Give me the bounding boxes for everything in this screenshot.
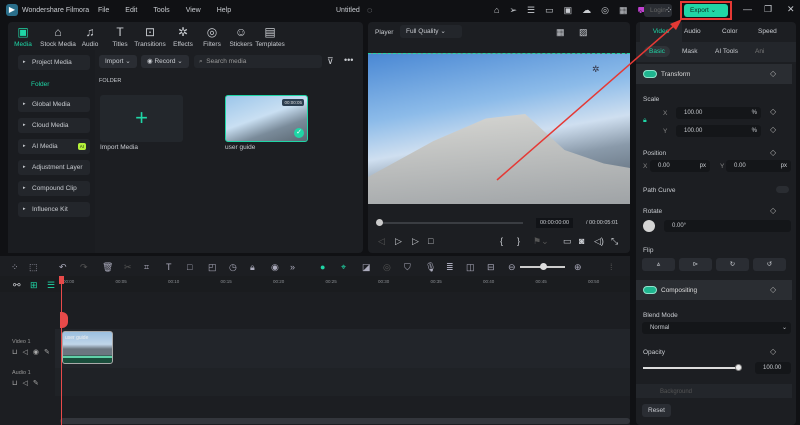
track-visibility-icon[interactable]: ◉ xyxy=(33,349,44,356)
auto-ripple-icon[interactable]: ● xyxy=(320,262,325,272)
ai-effect-icon[interactable]: ◉ xyxy=(271,262,279,273)
zoom-in-icon[interactable]: ⊕ xyxy=(574,262,582,273)
ruler-tick: 00:40 xyxy=(483,279,495,284)
frame-icon[interactable]: □ xyxy=(187,262,192,272)
audio-track-controls: ⊔◁✎ xyxy=(12,379,44,387)
fit-icon[interactable]: ⊟ xyxy=(487,262,495,273)
marker-add-icon[interactable]: ◪ xyxy=(362,262,371,273)
ruler-tick: 00:10 xyxy=(168,279,180,284)
layout-icon[interactable]: ⁘ xyxy=(11,262,19,273)
clip-audio-wave xyxy=(63,356,112,358)
video-track-lane xyxy=(55,329,630,368)
microphone-icon[interactable]: 🎙︎ xyxy=(425,262,436,273)
zoom-out-icon[interactable]: ⊖ xyxy=(508,262,516,273)
lock-icon[interactable]: 🔒︎ xyxy=(250,262,255,273)
track-folder-icon[interactable]: ⊔ xyxy=(12,349,22,356)
ruler-tick: 00:15 xyxy=(220,279,232,284)
redo-icon[interactable]: ↷ xyxy=(80,262,88,273)
ruler-tick: 00:20 xyxy=(273,279,285,284)
track-mute-icon[interactable]: ◁ xyxy=(22,349,32,356)
video-track-label: Video 1 xyxy=(12,339,31,345)
speed-icon[interactable]: ◷ xyxy=(229,262,237,273)
subtitle-icon[interactable]: ≣ xyxy=(446,262,454,273)
ruler-tick: 00:45 xyxy=(535,279,547,284)
crop-icon[interactable]: ⌗ xyxy=(144,262,149,273)
text-icon[interactable]: T xyxy=(166,262,172,272)
select-tool-icon[interactable]: ⬚ xyxy=(29,262,38,273)
color-match-icon[interactable]: ◰ xyxy=(208,262,217,273)
more-tools-icon[interactable]: » xyxy=(290,262,295,272)
ruler-tick: 00:05 xyxy=(115,279,127,284)
playhead-marker[interactable] xyxy=(59,276,64,284)
audio-mute-icon[interactable]: ◁ xyxy=(22,380,32,387)
link-icon[interactable]: ⚯ xyxy=(13,280,21,291)
audio-track-lane xyxy=(55,368,630,396)
panel-layout-icon[interactable]: ⁞ xyxy=(610,262,613,272)
track-manager-icon[interactable]: ☰ xyxy=(47,280,55,291)
delete-icon[interactable]: 🗑︎ xyxy=(102,262,113,273)
audio-lock-icon[interactable]: ✎ xyxy=(33,380,44,387)
video-track-controls: ⊔◁◉✎ xyxy=(12,348,55,356)
ruler-tick: 00:30 xyxy=(378,279,390,284)
ruler-tick: 00:50 xyxy=(588,279,600,284)
replace-icon[interactable]: ◫ xyxy=(466,262,475,273)
audio-folder-icon[interactable]: ⊔ xyxy=(12,380,22,387)
cut-icon[interactable]: ✂ xyxy=(124,262,132,273)
undo-icon[interactable]: ↶ xyxy=(59,262,67,273)
clip-label: user guide xyxy=(65,335,89,341)
ruler-tick: 00:35 xyxy=(430,279,442,284)
snap-icon[interactable]: ⌖ xyxy=(341,262,346,273)
timeline-horizontal-scrollbar[interactable] xyxy=(60,418,630,424)
playhead-line[interactable] xyxy=(61,277,62,425)
ruler-tick: 00:00 xyxy=(63,279,75,284)
audio-track-label: Audio 1 xyxy=(12,370,31,376)
record-voice-icon[interactable]: ◎ xyxy=(383,262,391,273)
zoom-slider-handle[interactable] xyxy=(540,263,547,270)
ruler-tick: 00:25 xyxy=(325,279,337,284)
shield-icon[interactable]: ⛉ xyxy=(404,262,411,273)
add-track-icon[interactable]: ⊞ xyxy=(30,280,38,291)
track-lock-icon[interactable]: ✎ xyxy=(44,349,55,356)
timeline-video-clip[interactable]: user guide xyxy=(62,331,113,364)
